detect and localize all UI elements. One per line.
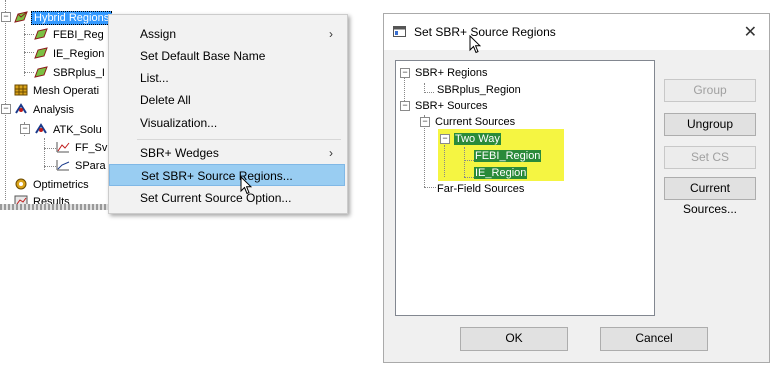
tree-label: ATK_Solu [53,124,102,136]
tree-label: SBRplus_I [53,67,105,79]
tree-label: Mesh Operati [33,85,100,97]
tree-item-sbr-regions[interactable]: SBR+ Regions [414,65,488,81]
sweep-icon [56,142,70,153]
menu-separator [137,139,341,140]
ok-button[interactable]: OK [460,327,568,351]
tree-label: SBR+ Regions [415,67,488,79]
tree-item-sparameter-sweep[interactable]: SPara [56,158,108,174]
tree-item-current-sources[interactable]: Current Sources [434,114,516,130]
tree-label: Current Sources [435,116,516,128]
tree-item-two-way[interactable]: Two Way [454,131,501,147]
menu-item-set-current-source-option[interactable]: Set Current Source Option... [109,187,345,209]
optimetrics-icon [15,178,27,190]
context-menu: Assign › Set Default Base Name List... D… [108,14,348,214]
tree-label: FF_Sv [75,142,108,154]
expander-sbr-sources[interactable]: − [400,101,410,111]
menu-item-sbr-wedges[interactable]: SBR+ Wedges › [109,142,345,164]
submenu-arrow-icon: › [329,27,333,41]
menu-item-label: Visualization... [140,116,218,130]
tree-label: SBRplus_Region [437,84,521,96]
expander-sbr-regions[interactable]: − [400,68,410,78]
region-icon [34,66,48,78]
tree-item-ie-region[interactable]: IE_Region [34,46,106,62]
tree-label: Optimetrics [33,179,89,191]
expander-two-way[interactable]: − [440,134,450,144]
tree-label: Analysis [33,104,74,116]
menu-item-label: SBR+ Wedges [140,146,219,160]
tree-item-atk-solution[interactable]: ATK_Solu [34,122,104,138]
expander-atk-solution[interactable]: − [20,124,30,134]
tree-item-mesh-operations[interactable]: Mesh Operati [14,83,101,99]
tree-label: SBR+ Sources [415,100,488,112]
menu-item-assign[interactable]: Assign › [109,23,345,45]
tree-item-hybrid-regions[interactable]: Hybrid Regions [14,10,113,26]
tree-item-ie-region[interactable]: IE_Region [474,165,528,181]
tree-label: FEBI_Reg [53,29,104,41]
dialog-title-bar[interactable]: Set SBR+ Source Regions ✕ [384,14,769,50]
current-sources-button[interactable]: Current Sources... [664,177,756,216]
cancel-button[interactable]: Cancel [600,327,708,351]
menu-item-label: Set Default Base Name [140,49,266,63]
menu-item-list[interactable]: List... [109,67,345,89]
tree-label: Two Way [454,133,501,145]
tree-label: Hybrid Regions [31,11,113,25]
tree-label: SPara [75,160,106,172]
tree-item-sbrplus-region[interactable]: SBRplus_I [34,65,107,81]
tree-label: FEBI_Region [474,150,542,162]
expander-analysis[interactable]: − [1,104,11,114]
region-icon [34,47,48,59]
mouse-cursor-icon [240,176,252,195]
ungroup-button[interactable]: Ungroup [664,113,756,136]
menu-item-label: Delete All [140,93,191,107]
mouse-cursor-icon [469,35,481,54]
tree-label: IE_Region [53,48,105,60]
menu-item-label: Assign [140,27,177,41]
window-icon [393,26,406,37]
close-icon[interactable]: ✕ [744,22,757,42]
setup-icon [35,123,47,134]
expander-hybrid-regions[interactable]: − [1,12,11,22]
group-button[interactable]: Group [664,79,756,102]
tree-item-sbrplus-region[interactable]: SBRplus_Region [436,82,522,98]
tree-item-febi-region[interactable]: FEBI_Region [474,148,542,164]
tree-item-sbr-sources[interactable]: SBR+ Sources [414,98,488,114]
hybrid-region-icon [14,11,28,23]
tree-item-far-field-sources[interactable]: Far-Field Sources [436,181,525,197]
menu-item-visualization[interactable]: Visualization... [109,112,345,134]
dialog-title: Set SBR+ Source Regions [414,25,556,39]
mesh-icon [14,84,28,96]
set-cs-button[interactable]: Set CS [664,146,756,169]
region-icon [34,28,48,40]
menu-item-label: List... [140,71,169,85]
submenu-arrow-icon: › [329,146,333,160]
set-sbr-source-regions-dialog: Set SBR+ Source Regions ✕ − SBR+ Regions… [383,13,770,363]
expander-current-sources[interactable]: − [420,117,430,127]
menu-item-label: Set SBR+ Source Regions... [141,169,293,183]
tree-label: Far-Field Sources [437,183,525,195]
tree-item-febi-region[interactable]: FEBI_Reg [34,27,106,43]
menu-item-set-default-base-name[interactable]: Set Default Base Name [109,45,345,67]
tree-item-analysis[interactable]: Analysis [14,102,76,118]
menu-item-set-sbr-source-regions[interactable]: Set SBR+ Source Regions... [109,164,345,186]
source-regions-tree[interactable]: − SBR+ Regions SBRplus_Region − SBR+ Sou… [395,60,655,316]
analysis-icon [15,103,27,114]
sweep-icon [56,160,70,171]
tree-label: IE_Region [474,167,528,179]
tree-item-optimetrics[interactable]: Optimetrics [14,177,91,193]
menu-item-delete-all[interactable]: Delete All [109,89,345,111]
tree-item-ff-sweep[interactable]: FF_Sv [56,140,109,156]
menu-item-label: Set Current Source Option... [140,191,292,205]
